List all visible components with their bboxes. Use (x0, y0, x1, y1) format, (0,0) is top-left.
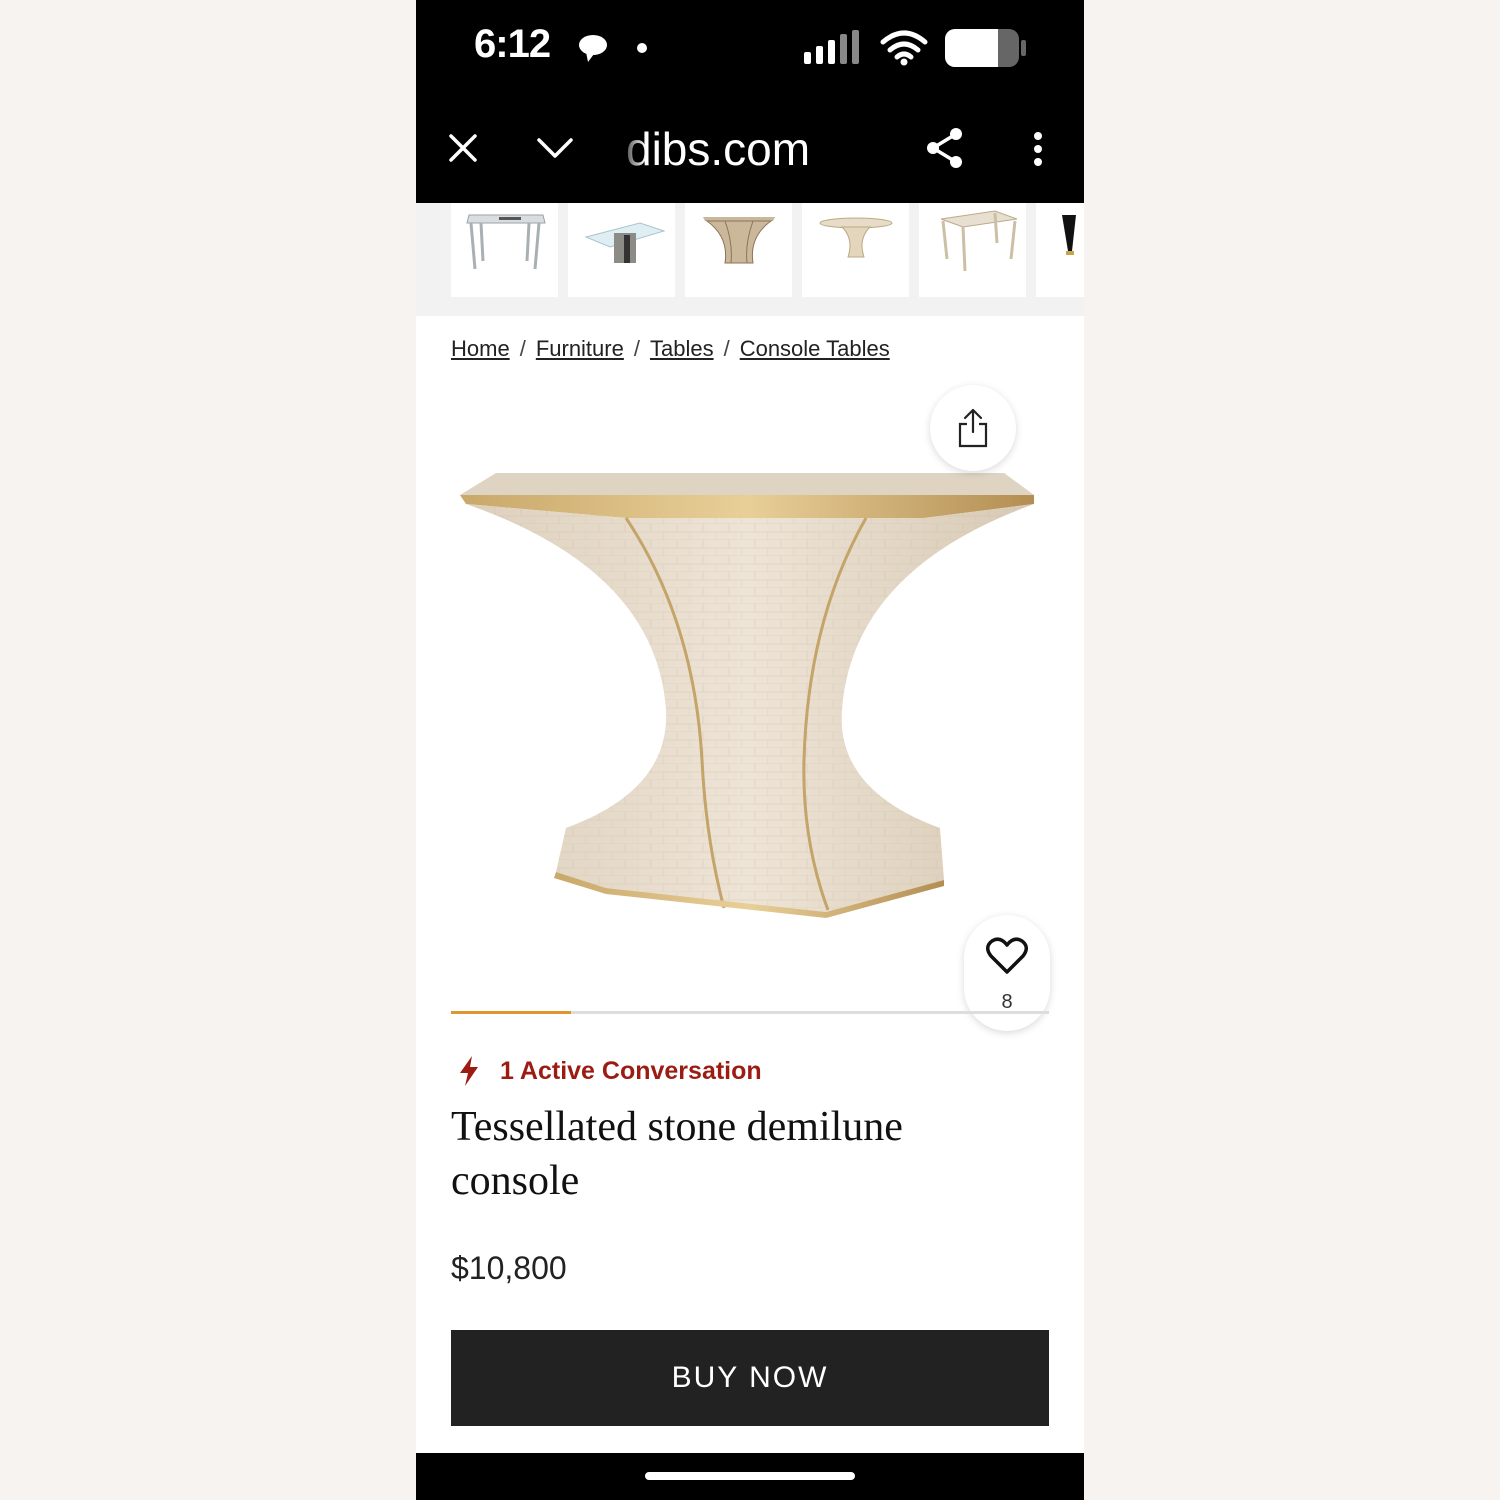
upload-share-icon (958, 408, 988, 448)
share-icon[interactable] (924, 126, 966, 170)
browser-toolbar: dibs.com (416, 100, 1084, 203)
more-vertical-icon[interactable] (1030, 130, 1046, 170)
message-bubble-icon (579, 35, 607, 62)
signal-icon (804, 30, 859, 64)
dot-icon (637, 43, 647, 53)
breadcrumb-tables[interactable]: Tables (650, 336, 714, 361)
breadcrumb-home[interactable]: Home (451, 336, 510, 361)
share-button[interactable] (930, 385, 1016, 471)
gallery-progress-track (451, 1011, 1049, 1014)
breadcrumb-separator: / (519, 336, 526, 361)
status-time: 6:12 (474, 22, 551, 66)
thumbnail-3[interactable] (685, 203, 792, 297)
thumbnail-2[interactable] (568, 203, 675, 297)
status-bar: 6:12 (416, 0, 1084, 100)
bottom-bar (416, 1453, 1084, 1500)
product-image[interactable] (456, 460, 1046, 930)
url-text[interactable]: dibs.com (626, 122, 810, 176)
battery-icon (945, 29, 1026, 67)
buy-now-button[interactable]: BUY NOW (451, 1330, 1049, 1426)
wifi-icon (880, 30, 928, 66)
home-indicator[interactable] (645, 1472, 855, 1480)
breadcrumb-furniture[interactable]: Furniture (536, 336, 624, 361)
breadcrumb-separator: / (723, 336, 730, 361)
breadcrumb: Home / Furniture / Tables / Console Tables (451, 336, 890, 362)
product-title: Tessellated stone demilune console (451, 1104, 903, 1204)
active-conversation-label: 1 Active Conversation (500, 1056, 762, 1085)
lightning-icon (460, 1056, 478, 1086)
active-conversation: 1 Active Conversation (456, 1055, 762, 1087)
thumbnail-5[interactable] (919, 203, 1026, 297)
breadcrumb-separator: / (633, 336, 640, 361)
product-price: $10,800 (451, 1250, 567, 1286)
close-icon[interactable] (448, 133, 478, 163)
heart-icon (986, 937, 1028, 974)
gallery-progress-fill (451, 1011, 571, 1014)
phone-screen: 6:12 dibs.com Home / Furniture / Tables … (416, 0, 1084, 1500)
thumbnail-strip (416, 203, 1084, 316)
chevron-down-icon[interactable] (536, 136, 574, 160)
url-fade (616, 120, 646, 180)
thumbnail-1[interactable] (451, 203, 558, 297)
thumbnail-6[interactable] (1036, 203, 1084, 297)
thumbnail-4[interactable] (802, 203, 909, 297)
breadcrumb-console-tables[interactable]: Console Tables (740, 336, 890, 361)
